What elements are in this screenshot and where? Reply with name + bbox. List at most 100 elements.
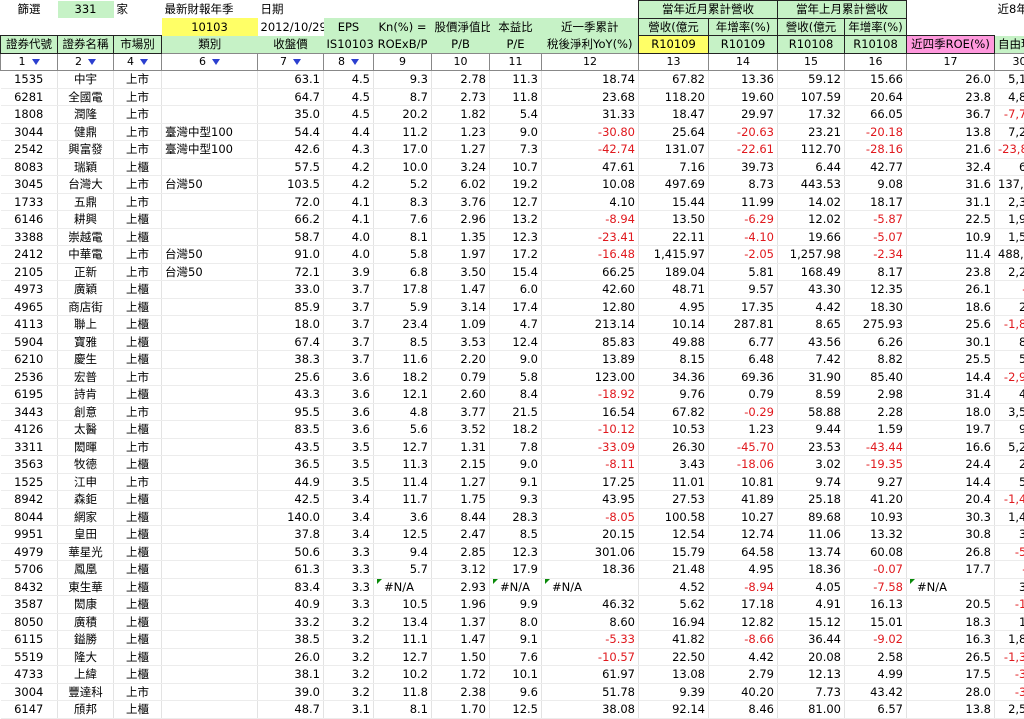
cell-yoy-r10108[interactable]: -20.18 [845, 123, 907, 141]
cell-roe-bp[interactable]: 20.2 [374, 106, 432, 124]
cell-roe4[interactable]: 20.4 [907, 491, 995, 509]
cell-pb[interactable]: 3.24 [432, 158, 490, 176]
cell-fcf[interactable]: 2,562 [995, 701, 1024, 719]
cell-category[interactable] [162, 228, 258, 246]
cell-rev-r10108[interactable]: 6.44 [778, 158, 845, 176]
cell-market[interactable]: 上櫃 [114, 316, 162, 334]
cell-roe-bp[interactable]: 11.8 [374, 683, 432, 701]
table-row[interactable]: 1733五鼎上市72.04.18.33.7612.74.1015.4411.99… [1, 193, 1024, 211]
cell-roe4[interactable]: 13.8 [907, 123, 995, 141]
cell-roe4[interactable]: 14.4 [907, 368, 995, 386]
cell-pe[interactable]: 19.2 [490, 176, 542, 194]
cell-market[interactable]: 上櫃 [114, 281, 162, 299]
cell-yoy-r10109[interactable]: 6.77 [709, 333, 778, 351]
cell-rev-r10109[interactable]: 9.76 [639, 386, 709, 404]
table-row[interactable]: 8050廣積上櫃33.23.213.41.378.08.6016.9412.82… [1, 613, 1024, 631]
cell-code[interactable]: 6210 [1, 351, 58, 369]
table-row[interactable]: 3563牧德上櫃36.53.511.32.159.0-8.113.43-18.0… [1, 456, 1024, 474]
cell-yoy-r10108[interactable]: 60.08 [845, 543, 907, 561]
cell-fcf[interactable]: 488,736 [995, 246, 1024, 264]
cell-eps[interactable]: 3.4 [324, 508, 374, 526]
cell-code[interactable]: 5904 [1, 333, 58, 351]
cell-yoy-r10109[interactable]: -0.29 [709, 403, 778, 421]
cell-np-yoy[interactable]: 18.74 [542, 71, 639, 89]
cell-roe4[interactable]: 16.3 [907, 631, 995, 649]
cell-category[interactable] [162, 648, 258, 666]
cell-np-yoy[interactable]: -30.80 [542, 123, 639, 141]
cell-pe[interactable]: 15.4 [490, 263, 542, 281]
cell-roe4[interactable]: 10.9 [907, 228, 995, 246]
cell-roe4[interactable]: 26.8 [907, 543, 995, 561]
cell-np-yoy[interactable]: 301.06 [542, 543, 639, 561]
cell-roe4[interactable]: 31.1 [907, 193, 995, 211]
filter-cell-12[interactable]: 12 [542, 53, 639, 71]
cell-name[interactable]: 東生華 [58, 578, 114, 596]
cell-np-yoy[interactable]: -10.57 [542, 648, 639, 666]
cell-np-yoy[interactable]: 16.54 [542, 403, 639, 421]
cell-yoy-r10109[interactable]: 8.46 [709, 701, 778, 719]
cell-eps[interactable]: 4.2 [324, 176, 374, 194]
cell-rev-r10108[interactable]: 19.66 [778, 228, 845, 246]
cell-category[interactable] [162, 701, 258, 719]
cell-category[interactable] [162, 298, 258, 316]
cell-category[interactable] [162, 631, 258, 649]
cell-np-yoy[interactable]: -8.11 [542, 456, 639, 474]
cell-market[interactable]: 上櫃 [114, 526, 162, 544]
cell-fcf[interactable]: -1,845 [995, 316, 1024, 334]
cell-eps[interactable]: 3.7 [324, 351, 374, 369]
cell-code[interactable]: 2542 [1, 141, 58, 159]
cell-market[interactable]: 上櫃 [114, 701, 162, 719]
cell-roe-bp[interactable]: 10.5 [374, 596, 432, 614]
cell-yoy-r10109[interactable]: 17.35 [709, 298, 778, 316]
cell-eps[interactable]: 4.4 [324, 123, 374, 141]
cell-pb[interactable]: 1.27 [432, 141, 490, 159]
cell-yoy-r10109[interactable]: 41.89 [709, 491, 778, 509]
cell-fcf[interactable]: 466 [995, 386, 1024, 404]
cell-close[interactable]: 72.0 [258, 193, 324, 211]
cell-rev-r10108[interactable]: 36.44 [778, 631, 845, 649]
cell-np-yoy[interactable]: -18.92 [542, 386, 639, 404]
cell-code[interactable]: 6146 [1, 211, 58, 229]
cell-roe4[interactable]: 17.5 [907, 666, 995, 684]
cell-eps[interactable]: 3.5 [324, 456, 374, 474]
cell-category[interactable] [162, 88, 258, 106]
cell-roe4[interactable]: 36.7 [907, 106, 995, 124]
cell-name[interactable]: 正新 [58, 263, 114, 281]
cell-category[interactable] [162, 561, 258, 579]
cell-yoy-r10108[interactable]: 16.13 [845, 596, 907, 614]
cell-market[interactable]: 上市 [114, 403, 162, 421]
cell-eps[interactable]: 3.5 [324, 438, 374, 456]
cell-fcf[interactable]: 547 [995, 473, 1024, 491]
cell-pb[interactable]: 6.02 [432, 176, 490, 194]
cell-market[interactable]: 上市 [114, 368, 162, 386]
cell-roe4[interactable]: 16.6 [907, 438, 995, 456]
cell-market[interactable]: 上市 [114, 683, 162, 701]
dropdown-arrow-icon[interactable] [88, 59, 96, 65]
cell-rev-r10109[interactable]: 25.64 [639, 123, 709, 141]
cell-category[interactable] [162, 71, 258, 89]
cell-rev-r10108[interactable]: 107.59 [778, 88, 845, 106]
cell-market[interactable]: 上櫃 [114, 508, 162, 526]
table-row[interactable]: 4113聯上上櫃18.03.723.41.094.7213.1410.14287… [1, 316, 1024, 334]
cell-yoy-r10109[interactable]: 6.48 [709, 351, 778, 369]
cell-roe-bp[interactable]: 8.1 [374, 228, 432, 246]
cell-rev-r10108[interactable]: 43.56 [778, 333, 845, 351]
cell-close[interactable]: 26.0 [258, 648, 324, 666]
cell-market[interactable]: 上櫃 [114, 351, 162, 369]
cell-pb[interactable]: 3.77 [432, 403, 490, 421]
table-row[interactable]: 1808潤隆上市35.04.520.21.825.431.3318.4729.9… [1, 106, 1024, 124]
cell-yoy-r10109[interactable]: 69.36 [709, 368, 778, 386]
cell-rev-r10108[interactable]: 112.70 [778, 141, 845, 159]
cell-roe-bp[interactable]: 11.3 [374, 456, 432, 474]
cell-pb[interactable]: 1.47 [432, 631, 490, 649]
cell-roe-bp[interactable]: #N/A [374, 578, 432, 596]
cell-rev-r10108[interactable]: 9.74 [778, 473, 845, 491]
cell-category[interactable] [162, 316, 258, 334]
cell-rev-r10109[interactable]: 27.53 [639, 491, 709, 509]
cell-roe-bp[interactable]: 11.4 [374, 473, 432, 491]
cell-roe-bp[interactable]: 8.7 [374, 88, 432, 106]
cell-roe4[interactable]: 22.5 [907, 211, 995, 229]
cell-code[interactable]: 3443 [1, 403, 58, 421]
cell-eps[interactable]: 3.1 [324, 701, 374, 719]
cell-roe4[interactable]: 23.8 [907, 263, 995, 281]
